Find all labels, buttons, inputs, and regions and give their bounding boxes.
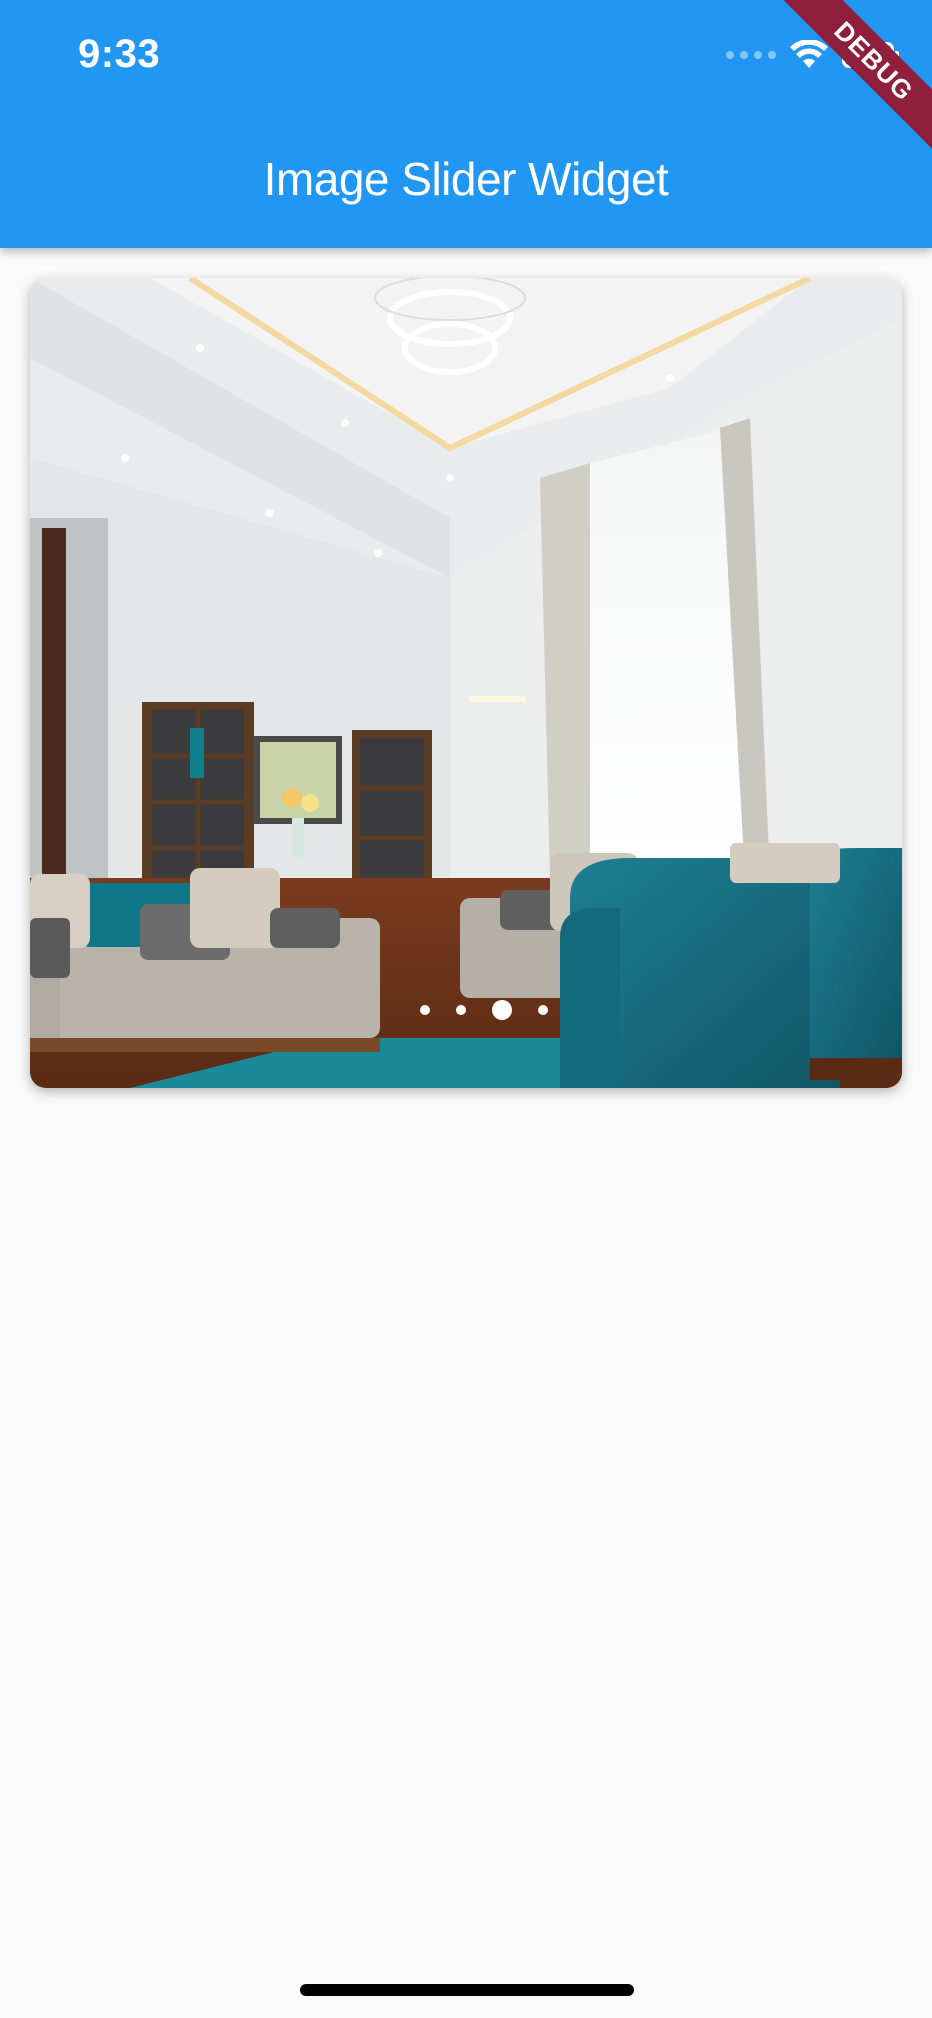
page-title: Image Slider Widget <box>263 153 669 205</box>
status-icons <box>726 40 899 70</box>
page-dot-2[interactable] <box>456 1005 466 1015</box>
slide-image[interactable] <box>30 278 902 1088</box>
page-indicator[interactable] <box>30 1000 902 1020</box>
image-slider[interactable] <box>30 278 902 1088</box>
signal-icon <box>726 51 776 59</box>
page-dot-3-active[interactable] <box>492 1000 512 1020</box>
page-dot-1[interactable] <box>420 1005 430 1015</box>
status-time: 9:33 <box>78 32 161 76</box>
app-bar: 9:33 Image Slider Widget <box>0 0 932 248</box>
battery-icon <box>842 42 899 68</box>
page-dot-4[interactable] <box>538 1005 548 1015</box>
wifi-icon <box>790 40 828 70</box>
home-indicator[interactable] <box>300 1984 634 1996</box>
